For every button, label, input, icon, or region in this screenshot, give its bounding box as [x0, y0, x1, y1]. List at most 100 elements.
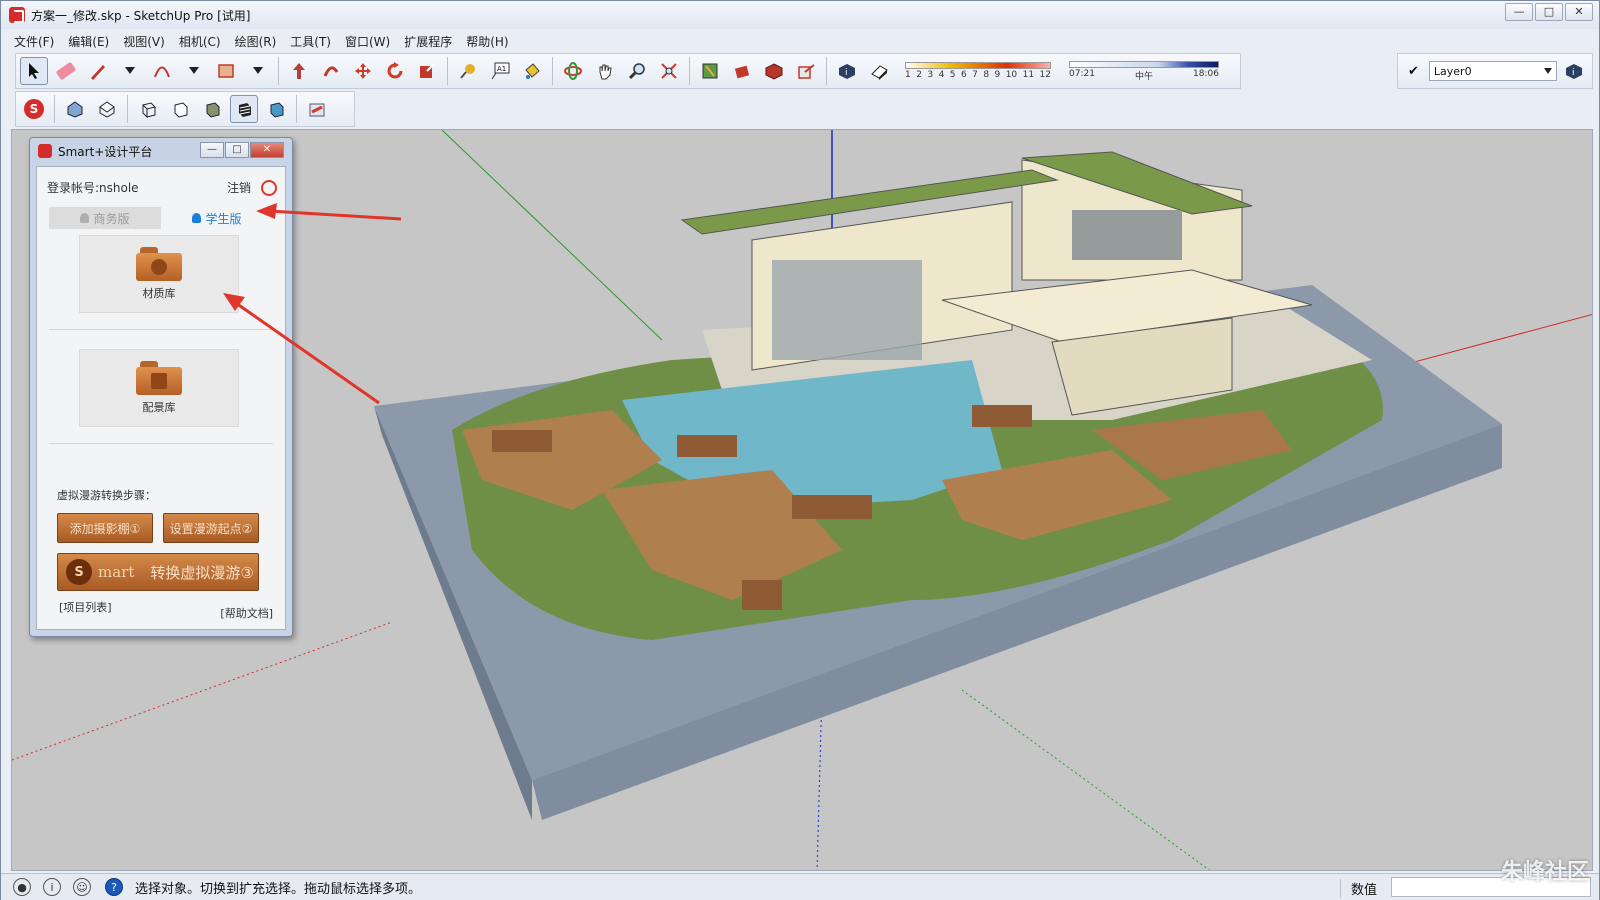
close-button[interactable]: ✕: [1565, 3, 1593, 21]
move-tool-button[interactable]: [349, 57, 377, 85]
paint-bucket-tool-button[interactable]: [518, 57, 546, 85]
orbit-icon: [564, 62, 582, 80]
lounge-furniture: [492, 430, 552, 452]
convert-virtual-tour-button[interactable]: S mart 转换虚拟漫游③: [57, 553, 259, 591]
arc-tool-button[interactable]: [148, 57, 176, 85]
chevron-down-icon: [125, 67, 135, 74]
menu-file[interactable]: 文件(F): [7, 31, 61, 51]
menu-draw[interactable]: 绘图(R): [228, 31, 284, 51]
edition-tabs: 商务版 学生版: [49, 207, 273, 229]
tab-student-edition[interactable]: 学生版: [161, 207, 273, 229]
panel-maximize-button[interactable]: □: [225, 142, 249, 158]
shaded-style-button[interactable]: [198, 95, 226, 123]
smart-badge-icon: S: [66, 559, 92, 585]
rectangle-dropdown-button[interactable]: [244, 57, 272, 85]
zoom-extents-button[interactable]: [655, 57, 683, 85]
hand-icon: [599, 64, 612, 80]
help-docs-link[interactable]: [帮助文档]: [220, 605, 273, 621]
line-tool-button[interactable]: [84, 57, 112, 85]
toolbar-separator: [689, 57, 690, 85]
xray-style-button[interactable]: [134, 95, 162, 123]
smart-plugin-button[interactable]: S: [20, 95, 48, 123]
components-button[interactable]: [728, 57, 756, 85]
push-pull-tool-button[interactable]: [285, 57, 313, 85]
set-tour-start-button[interactable]: 设置漫游起点②: [163, 513, 259, 543]
scale-tool-button[interactable]: [413, 57, 441, 85]
follow-me-tool-button[interactable]: [317, 57, 345, 85]
textured-style-button[interactable]: [230, 95, 258, 123]
geo-location-icon[interactable]: ●: [13, 878, 31, 896]
menu-tools[interactable]: 工具(T): [283, 31, 338, 51]
pan-tool-button[interactable]: [591, 57, 619, 85]
hidden-line-style-button[interactable]: [166, 95, 194, 123]
scene-library-button[interactable]: 配景库: [79, 349, 239, 427]
box-icon: [765, 63, 783, 80]
add-camera-studio-button[interactable]: 添加摄影棚①: [57, 513, 153, 543]
menu-view[interactable]: 视图(V): [116, 31, 172, 51]
select-tool-button[interactable]: [20, 57, 48, 85]
tab-business-edition[interactable]: 商务版: [49, 207, 161, 229]
window-title: 方案一_修改.skp - SketchUp Pro [试用]: [31, 8, 251, 23]
pencil-icon: [91, 65, 105, 80]
menu-edit[interactable]: 编辑(E): [61, 31, 116, 51]
components-icon: [734, 65, 750, 79]
layer-manager-button[interactable]: i: [1561, 57, 1588, 85]
chevron-down-icon: [253, 67, 263, 74]
shadow-time-bar: [1069, 60, 1219, 68]
shadow-icon: [871, 65, 888, 80]
lounge-furniture: [742, 580, 782, 610]
menu-window[interactable]: 窗口(W): [338, 31, 397, 51]
export-button[interactable]: [303, 95, 331, 123]
rotate-tool-button[interactable]: [381, 57, 409, 85]
panel-minimize-button[interactable]: —: [200, 142, 224, 158]
monochrome-style-button[interactable]: [262, 95, 290, 123]
menu-camera[interactable]: 相机(C): [172, 31, 228, 51]
maximize-button[interactable]: □: [1535, 3, 1563, 21]
green-axis-dotted: [961, 689, 1211, 870]
zoom-tool-button[interactable]: [623, 57, 651, 85]
shadow-info-button[interactable]: i: [833, 57, 861, 85]
shadow-time-slider[interactable]: 07:21 中午 18:06: [1069, 60, 1219, 82]
text-tool-button[interactable]: A1: [486, 57, 514, 85]
help-icon[interactable]: ?: [105, 878, 123, 896]
layer-select[interactable]: Layer0: [1428, 61, 1557, 81]
cursor-arrow-icon: [29, 63, 39, 79]
status-message: 选择对象。切换到扩充选择。拖动鼠标选择多项。: [135, 881, 422, 897]
month-label: 10: [1005, 70, 1018, 80]
user-icon[interactable]: [261, 179, 277, 196]
shadow-time-labels: 07:21 中午 18:06: [1069, 69, 1219, 82]
window-controls: — □ ✕: [1505, 3, 1593, 21]
lounge-furniture: [677, 435, 737, 457]
zoom-extents-icon: [661, 63, 677, 79]
top-view-button[interactable]: [93, 95, 121, 123]
orbit-tool-button[interactable]: [559, 57, 587, 85]
credits-icon[interactable]: i: [43, 878, 61, 896]
iso-view-button[interactable]: [61, 95, 89, 123]
shadow-date-slider[interactable]: 1 2 3 4 5 6 7 8 9 10 11 12: [905, 62, 1051, 80]
project-list-link[interactable]: [项目列表]: [59, 599, 112, 615]
share-model-button[interactable]: [792, 57, 820, 85]
extension-warehouse-button[interactable]: [760, 57, 788, 85]
share-icon: [798, 64, 815, 79]
time-end-label: 18:06: [1193, 68, 1219, 79]
logout-group: 注销: [227, 179, 277, 196]
menu-extensions[interactable]: 扩展程序: [397, 31, 459, 51]
minimize-button[interactable]: —: [1505, 3, 1533, 21]
rectangle-tool-button[interactable]: [212, 57, 240, 85]
eraser-tool-button[interactable]: [52, 57, 80, 85]
month-label: 2: [916, 70, 922, 80]
material-library-button[interactable]: 材质库: [79, 235, 239, 313]
paint-bucket-icon: [525, 63, 540, 79]
warehouse-button[interactable]: [696, 57, 724, 85]
tape-measure-tool-button[interactable]: [454, 57, 482, 85]
menu-help[interactable]: 帮助(H): [459, 31, 515, 51]
shadow-toggle-button[interactable]: [865, 57, 893, 85]
time-mid-label: 中午: [1134, 71, 1153, 82]
user-account-icon[interactable]: ☺: [73, 878, 91, 896]
scene-library-label: 配景库: [142, 401, 176, 414]
arc-dropdown-button[interactable]: [180, 57, 208, 85]
panel-close-button[interactable]: ✕: [250, 142, 284, 158]
logout-link[interactable]: 注销: [227, 179, 251, 196]
line-dropdown-button[interactable]: [116, 57, 144, 85]
material-library-label: 材质库: [142, 287, 176, 300]
